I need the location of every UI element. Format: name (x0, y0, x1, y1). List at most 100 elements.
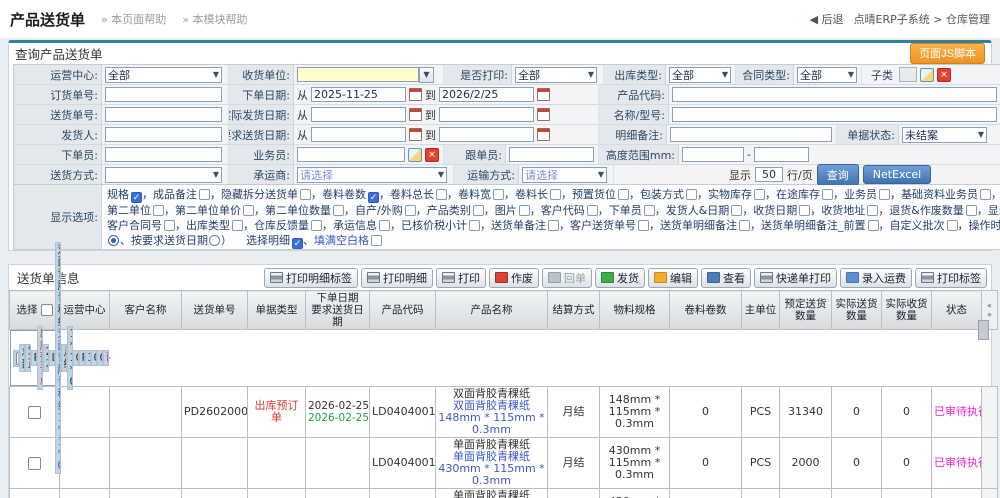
height-range-max-input[interactable] (754, 147, 809, 162)
toolbar-void-button[interactable]: 作废 (489, 268, 539, 288)
delivery-method-select[interactable]: ▼ (105, 167, 222, 183)
checkbox-icon[interactable] (300, 189, 311, 200)
checkbox-icon[interactable]: ✓ (131, 192, 142, 203)
checkbox-icon[interactable] (550, 189, 561, 200)
checkbox-icon[interactable]: ✓ (292, 238, 303, 249)
shipper-input[interactable] (105, 127, 222, 142)
calendar-icon[interactable] (409, 108, 422, 121)
checkbox-icon[interactable] (947, 220, 958, 231)
checkbox-icon[interactable] (754, 189, 765, 200)
page-js-script-button[interactable]: 页面JS脚本 (910, 43, 985, 64)
required-date-from-input[interactable] (311, 127, 406, 142)
product-code-input[interactable] (672, 87, 997, 102)
carrier-select[interactable]: 请选择▼ (297, 167, 447, 183)
doc-status-select[interactable]: 未结案▼ (902, 127, 987, 143)
checkbox-icon[interactable] (469, 220, 480, 231)
checkbox-icon[interactable] (587, 205, 598, 216)
checkbox-icon[interactable] (311, 220, 322, 231)
calendar-icon[interactable] (537, 108, 550, 121)
toolbar-print-detail-button[interactable]: 打印明细 (361, 268, 433, 288)
toolbar-print-detail-labels-button[interactable]: 打印明细标签 (264, 268, 358, 288)
checkbox-icon[interactable] (644, 205, 655, 216)
checkbox-icon[interactable] (405, 205, 416, 216)
checkbox-icon[interactable] (379, 220, 390, 231)
calendar-icon[interactable] (537, 128, 550, 141)
receiver-combo-input[interactable] (297, 67, 419, 82)
order-date-from-input[interactable] (311, 87, 406, 102)
checkbox-icon[interactable] (686, 189, 697, 200)
checkbox-icon[interactable] (243, 205, 254, 216)
checkbox-icon[interactable] (199, 189, 210, 200)
product-name-link[interactable]: 双面背胶青稞纸148mm * 115mm * 0.3mm (438, 400, 545, 436)
module-help-link[interactable]: » 本模块帮助 (182, 11, 247, 27)
detail-remark-input[interactable] (670, 127, 832, 142)
checkbox-icon[interactable] (333, 205, 344, 216)
calendar-icon[interactable] (409, 128, 422, 141)
select-all-checkbox[interactable] (41, 304, 53, 316)
checkbox-icon[interactable] (739, 220, 750, 231)
checkbox-icon[interactable] (980, 189, 991, 200)
checkbox-icon[interactable] (638, 220, 649, 231)
height-range-min-input[interactable] (682, 147, 744, 162)
actual-ship-date-from-input[interactable] (311, 107, 406, 122)
radio-icon[interactable] (108, 235, 119, 246)
scroll-right-icon[interactable]: » (982, 310, 997, 319)
printed-select[interactable]: 全部▼ (515, 67, 597, 83)
checkbox-icon[interactable] (232, 220, 243, 231)
transport-select[interactable]: 请选择▼ (522, 167, 607, 183)
calendar-icon[interactable] (409, 88, 422, 101)
scroll-left-icon[interactable]: « (982, 301, 997, 310)
toolbar-ship-button[interactable]: 发货 (595, 268, 645, 288)
checkbox-icon[interactable] (493, 189, 504, 200)
vertical-scrollbar-thumb[interactable] (978, 320, 989, 340)
toolbar-edit-button[interactable]: 编辑 (648, 268, 698, 288)
checkbox-icon[interactable] (868, 220, 879, 231)
row-checkbox[interactable] (28, 457, 41, 470)
toolbar-print-button[interactable]: 打印 (436, 268, 486, 288)
checkbox-icon[interactable] (867, 205, 878, 216)
checkbox-icon[interactable] (519, 205, 530, 216)
back-button[interactable]: ◀ 后退 (810, 11, 844, 27)
required-date-to-input[interactable] (439, 127, 534, 142)
netexcel-button[interactable]: NetExcel (863, 165, 931, 184)
toolbar-express-print-button[interactable]: 快递单打印 (754, 268, 837, 288)
breadcrumb[interactable]: 点晴ERP子系统 > 仓库管理 (854, 11, 990, 27)
operation-center-select[interactable]: 全部▼ (105, 67, 222, 83)
toolbar-enter-freight-button[interactable]: 录入运费 (840, 268, 912, 288)
delivery-no-input[interactable] (105, 107, 222, 122)
checkbox-icon[interactable] (371, 235, 382, 246)
subtype-picker-icon[interactable] (920, 68, 934, 82)
checkbox-icon[interactable] (966, 205, 977, 216)
subtype-clear-icon[interactable]: × (937, 68, 951, 82)
name-model-input[interactable] (672, 107, 997, 122)
outbound-type-select[interactable]: 全部▼ (669, 67, 731, 83)
fill-blank-link[interactable]: 填满空白格 (314, 234, 369, 247)
checkbox-icon[interactable] (164, 220, 175, 231)
row-checkbox[interactable] (28, 406, 41, 419)
checkbox-icon[interactable] (436, 189, 447, 200)
actual-ship-date-to-input[interactable] (439, 107, 534, 122)
contract-type-select[interactable]: 全部▼ (797, 67, 857, 83)
toolbar-print-labels-button[interactable]: 打印标签 (915, 268, 987, 288)
product-name-link[interactable]: 单面背胶青稞纸430mm * 115mm * 0.3mm (438, 451, 545, 487)
checkbox-icon[interactable] (153, 205, 164, 216)
order-no-input[interactable] (105, 87, 222, 102)
salesman-picker-icon[interactable] (408, 148, 422, 162)
order-clerk-input[interactable] (105, 147, 222, 162)
checkbox-icon[interactable] (879, 189, 890, 200)
checkbox-icon[interactable]: ✓ (368, 192, 379, 203)
checkbox-icon[interactable] (618, 189, 629, 200)
receiver-dropdown-button[interactable]: ▼ (419, 67, 434, 83)
page-help-link[interactable]: » 本页面帮助 (101, 11, 166, 27)
merchandiser-input[interactable] (509, 147, 594, 162)
salesman-input[interactable] (297, 147, 405, 162)
checkbox-icon[interactable] (822, 189, 833, 200)
calendar-icon[interactable] (537, 88, 550, 101)
toolbar-view-button[interactable]: 查看 (701, 268, 751, 288)
radio-icon[interactable] (209, 235, 220, 246)
search-button[interactable]: 查询 (817, 164, 859, 186)
checkbox-icon[interactable] (799, 205, 810, 216)
checkbox-icon[interactable] (731, 205, 742, 216)
order-date-to-input[interactable] (439, 87, 534, 102)
salesman-clear-icon[interactable]: × (425, 148, 439, 162)
